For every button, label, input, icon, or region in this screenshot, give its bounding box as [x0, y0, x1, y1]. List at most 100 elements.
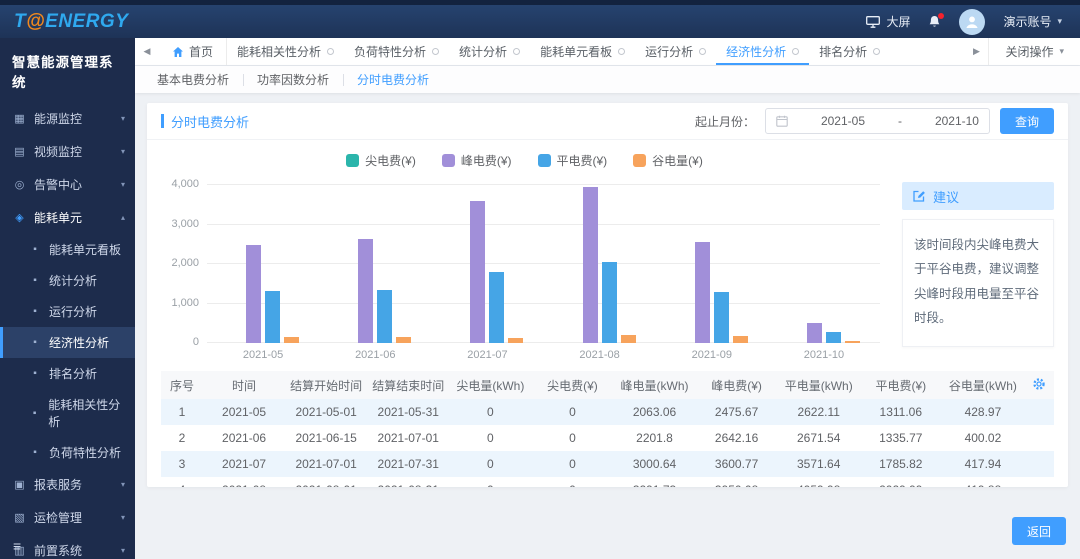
sidebar-item[interactable]: ▪ 经济性分析	[0, 327, 135, 358]
table-row[interactable]: 3 2021-07 2021-07-01 2021-07-31 0 0 3000.64 360…	[161, 451, 1054, 477]
sidebar-group-item[interactable]: ◈ 能耗单元 ▴	[0, 201, 135, 234]
notification-badge	[938, 12, 945, 19]
tab-item[interactable]: 负荷特性分析	[344, 38, 449, 65]
tab-home[interactable]: 首页	[159, 38, 228, 65]
bar[interactable]	[732, 335, 748, 343]
bar[interactable]	[358, 238, 374, 343]
chart-x-axis: 2021-05 2021-06 2021-07 2021-08 2021-09 2021-…	[207, 349, 880, 361]
tabs-scroll-right-icon[interactable]: ▶	[964, 46, 988, 57]
section-title-label: 分时电费分析	[171, 114, 250, 130]
bar[interactable]	[713, 291, 729, 343]
subtab-item[interactable]: 功率因数分析	[243, 71, 343, 88]
table-settings-button[interactable]	[1024, 371, 1054, 399]
table-cell: 2021-07	[222, 457, 267, 471]
bar[interactable]	[284, 337, 300, 343]
sidebar-group-label: 运检管理	[34, 511, 83, 525]
tab-label: 排名分析	[819, 45, 868, 59]
sidebar-group-item[interactable]: ▦ 能源监控 ▾	[0, 102, 135, 135]
tab-item[interactable]: 能耗相关性分析	[227, 38, 344, 65]
tabs-scroll-left-icon[interactable]: ◀	[135, 46, 159, 57]
table-cell: 2671.54	[797, 431, 841, 445]
bar[interactable]	[806, 323, 822, 343]
tab-item[interactable]: 排名分析	[809, 38, 890, 65]
date-separator: -	[897, 114, 902, 128]
sidebar-item[interactable]: ▪ 统计分析	[0, 265, 135, 296]
return-button[interactable]: 返回	[1011, 517, 1066, 545]
subtab-item[interactable]: 基本电费分析	[143, 71, 243, 88]
table-cell: 0	[569, 457, 576, 471]
bar[interactable]	[246, 245, 262, 343]
table-cell: 2642.16	[714, 431, 759, 445]
big-screen-button[interactable]: 大屏	[866, 13, 910, 30]
energy-monitor-icon: ▦	[14, 113, 25, 125]
table-cell: 1	[178, 405, 186, 419]
sidebar-item[interactable]: ▪ 负荷特性分析	[0, 437, 135, 468]
sidebar-group-item[interactable]: ▤ 视频监控 ▾	[0, 135, 135, 168]
bar[interactable]	[825, 331, 841, 343]
tab-close-icon[interactable]	[618, 48, 626, 55]
close-operations-dropdown[interactable]: 关闭操作 ▾	[988, 38, 1080, 65]
bar[interactable]	[620, 334, 636, 343]
table-cell: 1785.82	[879, 457, 923, 471]
notifications-button[interactable]	[928, 12, 945, 29]
tab-item[interactable]: 统计分析	[449, 38, 530, 65]
menu-item-icon: ▪	[33, 337, 37, 348]
sidebar-item-label: 统计分析	[49, 274, 98, 288]
tab-item[interactable]: 经济性分析	[716, 38, 809, 65]
billing-table-wrap[interactable]: 序号 时间 结算开始时间 结算结束时间 尖电量(kWh) 尖电费(¥) 峰电量(kWh) 峰电…	[161, 371, 1054, 487]
tab-close-icon[interactable]	[792, 48, 800, 55]
sidebar-item[interactable]: ▪ 运行分析	[0, 296, 135, 327]
tab-label: 运行分析	[645, 45, 694, 59]
bar[interactable]	[694, 242, 710, 343]
section-title: 分时电费分析	[161, 112, 249, 131]
bar[interactable]	[601, 262, 617, 343]
sidebar-group-item[interactable]: ▧ 运检管理 ▾	[0, 501, 135, 534]
chevron-down-icon: ▾	[120, 114, 125, 123]
table-cell: 0	[449, 477, 531, 487]
tab-item[interactable]: 运行分析	[635, 38, 716, 65]
table-row[interactable]: 42021-082021-08-012021-08-31003291.73395…	[161, 477, 1054, 487]
month-range-input[interactable]: 2021-05 - 2021-10	[764, 108, 990, 134]
sidebar-group-item[interactable]: ◎ 告警中心 ▾	[0, 168, 135, 201]
tab-close-icon[interactable]	[327, 48, 335, 55]
bar[interactable]	[265, 291, 281, 343]
legend-item[interactable]: 谷电量(¥)	[633, 152, 703, 169]
query-button[interactable]: 查询	[999, 108, 1054, 134]
menu-item-icon: ▪	[32, 407, 37, 419]
bar[interactable]	[489, 272, 505, 343]
tab-close-icon[interactable]	[513, 48, 521, 55]
sidebar-item[interactable]: ▪ 排名分析	[0, 358, 135, 389]
bar[interactable]	[582, 186, 598, 343]
sidebar-collapse-icon[interactable]: ≡	[13, 538, 21, 554]
y-axis-tick: 2,000	[171, 257, 199, 269]
legend-item[interactable]: 平电费(¥)	[537, 152, 607, 169]
table-cell: 428.97	[964, 405, 1002, 419]
tab-list: 能耗相关性分析 负荷特性分析 统计分析 能耗单元看板 运行分析 经济性分析 排名分析	[227, 38, 890, 65]
legend-item[interactable]: 峰电费(¥)	[441, 152, 512, 169]
tab-item[interactable]: 能耗单元看板	[530, 38, 635, 65]
account-menu[interactable]: 演示账号 ▾	[1003, 13, 1062, 30]
tab-home-label: 首页	[189, 45, 214, 59]
sidebar-item[interactable]: ▪ 能耗相关性分析	[0, 389, 135, 437]
subtab-item[interactable]: 分时电费分析	[343, 71, 443, 88]
tab-close-icon[interactable]	[699, 48, 707, 55]
legend-item[interactable]: 尖电费(¥)	[346, 152, 416, 169]
avatar[interactable]	[959, 8, 986, 35]
bar-group	[656, 185, 768, 343]
sidebar-item[interactable]: ▪ 能耗单元看板	[0, 234, 135, 265]
account-label: 演示账号	[1003, 15, 1052, 29]
tab-close-icon[interactable]	[432, 48, 440, 55]
table-cell: 2622.11	[797, 405, 840, 419]
table-row[interactable]: 1 2021-05 2021-05-01 2021-05-31 0 0 2063.06 247…	[161, 399, 1054, 425]
tab-close-icon[interactable]	[873, 48, 881, 55]
bar[interactable]	[377, 290, 393, 343]
bar[interactable]	[508, 337, 524, 343]
bar[interactable]	[844, 341, 860, 343]
table-cell	[1024, 399, 1054, 425]
bar[interactable]	[470, 200, 486, 343]
table-cell: 0	[486, 457, 494, 471]
sidebar-group-item[interactable]: ▣ 报表服务 ▾	[0, 468, 135, 501]
analysis-card: 分时电费分析 起止月份： 2021-05 - 2021-10 查询 尖电费(¥)…	[147, 103, 1068, 487]
bar[interactable]	[396, 337, 412, 343]
table-row[interactable]: 2 2021-06 2021-06-15 2021-07-01 0 0 2201.8 2642…	[161, 425, 1054, 451]
